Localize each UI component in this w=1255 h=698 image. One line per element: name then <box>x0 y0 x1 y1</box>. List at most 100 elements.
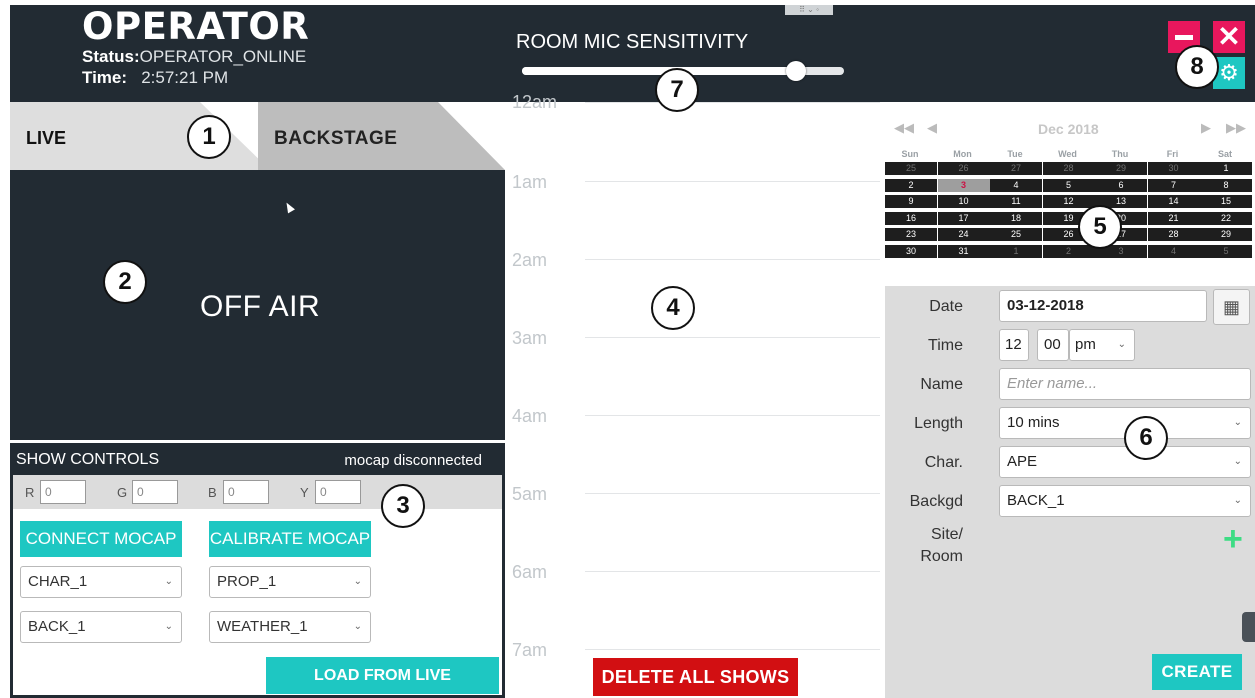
show-controls-title: SHOW CONTROLS <box>16 451 160 468</box>
prop-select[interactable]: PROP_1 ⌄ <box>209 566 371 598</box>
next-month-icon[interactable]: ▶ <box>1201 120 1211 136</box>
hour-line <box>585 493 880 494</box>
hour-label: 2am <box>512 250 548 270</box>
char-label: Char. <box>924 454 963 471</box>
app-title: OPERATOR <box>82 5 310 48</box>
char-form-select[interactable]: APE ⌄ <box>999 446 1251 478</box>
mocap-status: mocap disconnected <box>344 452 482 469</box>
calendar-day[interactable]: 15 <box>1200 195 1252 208</box>
calendar-day[interactable]: 4 <box>1147 244 1200 258</box>
schedule-timeline: 12am 1am 2am 3am 4am 5am 6am 7am DELETE … <box>505 92 880 698</box>
back-select[interactable]: BACK_1 ⌄ <box>20 611 182 643</box>
rgb-input-row: R 0 G 0 B 0 Y 0 <box>13 475 502 509</box>
hour-input[interactable]: 12 <box>999 329 1029 361</box>
connect-mocap-button[interactable]: CONNECT MOCAP <box>20 521 182 557</box>
calendar-day[interactable]: 14 <box>1147 195 1200 208</box>
calendar-day[interactable]: 9 <box>885 195 937 208</box>
calendar-weekday: Fri <box>1166 149 1179 159</box>
tab-live-label: LIVE <box>26 128 67 148</box>
tab-live[interactable]: LIVE <box>10 102 270 170</box>
chevron-down-icon: ⌄ <box>353 576 362 587</box>
calendar-month-label: Dec 2018 <box>1038 121 1099 137</box>
chevron-down-icon: ⌄ <box>353 621 362 632</box>
name-input[interactable]: Enter name... <box>999 368 1251 400</box>
calendar-day[interactable]: 18 <box>990 211 1042 225</box>
calendar-day[interactable]: 7 <box>1147 178 1200 192</box>
r-input[interactable]: 0 <box>40 480 86 504</box>
drag-grip-icon[interactable]: ⠿ ⌄ ◦ <box>785 5 833 15</box>
hour-label: 6am <box>512 562 548 582</box>
backgd-value: BACK_1 <box>1007 492 1065 509</box>
calendar-day[interactable]: 26 <box>937 162 990 175</box>
calendar-day[interactable]: 8 <box>1200 178 1252 192</box>
calendar-day[interactable]: 12 <box>1042 195 1095 208</box>
calendar-day[interactable]: 30 <box>1147 162 1200 175</box>
calendar-day[interactable]: 25 <box>885 162 937 175</box>
calendar-day[interactable]: 29 <box>1200 228 1252 241</box>
calendar-day[interactable]: 2 <box>885 178 937 192</box>
ampm-value: pm <box>1075 336 1096 353</box>
minute-input[interactable]: 00 <box>1037 329 1069 361</box>
calendar-day[interactable]: 17 <box>937 211 990 225</box>
calendar-day[interactable]: 27 <box>990 162 1042 175</box>
calendar-weekday: Wed <box>1058 149 1077 159</box>
create-show-form: Date 03-12-2018 ▦ Time 12 00 pm ⌄ Name En… <box>885 286 1255 698</box>
weather-select[interactable]: WEATHER_1 ⌄ <box>209 611 371 643</box>
site-room-label-line1: Site/ <box>930 526 963 543</box>
load-from-live-button[interactable]: LOAD FROM LIVE <box>266 657 499 694</box>
b-input[interactable]: 0 <box>223 480 269 504</box>
char-select[interactable]: CHAR_1 ⌄ <box>20 566 182 598</box>
calendar-day[interactable]: 21 <box>1147 211 1200 225</box>
close-button[interactable]: ✕ <box>1213 21 1245 53</box>
calibrate-mocap-button[interactable]: CALIBRATE MOCAP <box>209 521 371 557</box>
calendar-day[interactable]: 11 <box>990 195 1042 208</box>
delete-all-shows-button[interactable]: DELETE ALL SHOWS <box>593 658 798 696</box>
calendar-day[interactable]: 25 <box>990 228 1042 241</box>
prev-month-icon[interactable]: ◀ <box>927 120 937 136</box>
calendar-day[interactable]: 3 <box>937 178 990 192</box>
site-room-label-line2: Room <box>920 548 963 565</box>
callout-marker: 6 <box>1124 416 1168 460</box>
calendar-weekday: Sat <box>1217 149 1232 159</box>
calendar-day[interactable]: 5 <box>1042 178 1095 192</box>
date-input[interactable]: 03-12-2018 <box>999 290 1207 322</box>
g-input[interactable]: 0 <box>132 480 178 504</box>
side-drawer-handle[interactable] <box>1242 612 1255 642</box>
prev-year-icon[interactable]: ◀◀ <box>894 120 914 136</box>
callout-marker: 8 <box>1175 45 1219 89</box>
next-year-icon[interactable]: ▶▶ <box>1226 120 1246 136</box>
date-label: Date <box>929 298 963 315</box>
calendar-day[interactable]: 5 <box>1200 244 1252 258</box>
calendar-day[interactable]: 6 <box>1095 178 1147 192</box>
off-air-status: OFF AIR <box>200 290 321 323</box>
calendar-day[interactable]: 28 <box>1147 228 1200 241</box>
calendar-day[interactable]: 4 <box>990 178 1042 192</box>
add-site-room-icon[interactable]: + <box>1223 522 1243 556</box>
backgd-select[interactable]: BACK_1 ⌄ <box>999 485 1251 517</box>
calendar-day[interactable]: 29 <box>1095 162 1147 175</box>
chevron-down-icon: ⌄ <box>1233 456 1242 467</box>
status-label: Status: <box>82 47 140 66</box>
ampm-select[interactable]: pm ⌄ <box>1069 329 1135 361</box>
mic-slider-thumb[interactable] <box>785 61 806 81</box>
calendar-day[interactable]: 22 <box>1200 211 1252 225</box>
calendar-day[interactable]: 16 <box>885 211 937 225</box>
calendar-day[interactable]: 1 <box>1200 162 1252 175</box>
calendar-day[interactable]: 2 <box>1042 244 1095 258</box>
calendar-icon[interactable]: ▦ <box>1213 289 1250 325</box>
time-label: Time <box>928 337 963 354</box>
create-show-button[interactable]: CREATE <box>1152 654 1242 690</box>
calendar-day[interactable]: 24 <box>937 228 990 241</box>
calendar-day[interactable]: 30 <box>885 244 937 258</box>
time-line: Time: 2:57:21 PM <box>82 68 228 88</box>
calendar-day[interactable]: 31 <box>937 244 990 258</box>
callout-marker: 4 <box>651 286 695 330</box>
calendar-day[interactable]: 28 <box>1042 162 1095 175</box>
calendar-day[interactable]: 1 <box>990 244 1042 258</box>
tab-backstage-label: BACKSTAGE <box>274 128 398 149</box>
tab-backstage[interactable]: BACKSTAGE <box>258 102 505 170</box>
calendar-weekday: Sun <box>901 149 919 159</box>
y-input[interactable]: 0 <box>315 480 361 504</box>
calendar-day[interactable]: 10 <box>937 195 990 208</box>
calendar-day[interactable]: 23 <box>885 228 937 241</box>
